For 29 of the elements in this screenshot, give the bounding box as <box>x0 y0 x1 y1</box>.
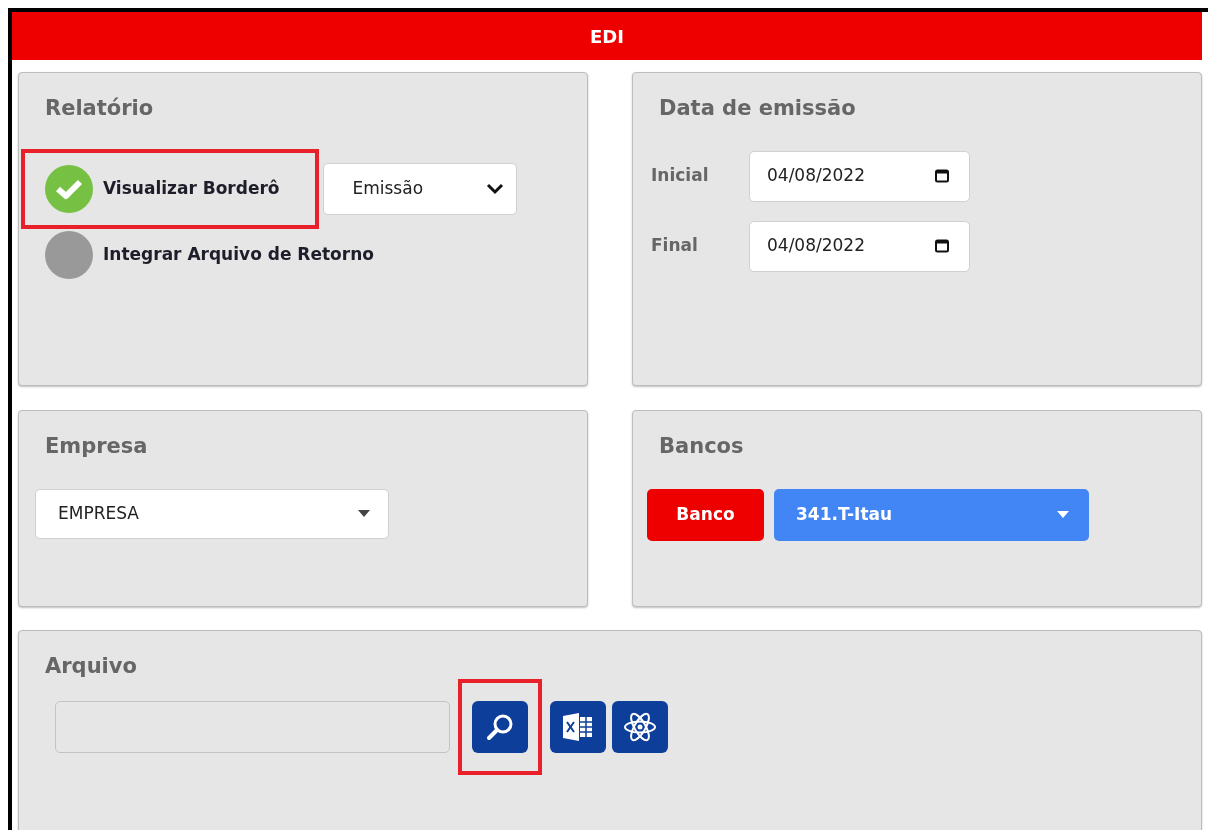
spreadsheet-button[interactable] <box>550 700 606 753</box>
calendar-icon <box>935 169 949 183</box>
field-label: Inicial <box>651 164 710 188</box>
date-field[interactable]: 04/08/2022 <box>749 220 970 272</box>
bank-select[interactable]: 341.T-Itau <box>774 488 1089 541</box>
panel-title: Bancos <box>659 433 745 460</box>
option-label: Visualizar Borderô <box>103 176 280 200</box>
atom-button[interactable] <box>612 700 668 753</box>
company-select[interactable]: EMPRESA <box>35 488 389 539</box>
chevron-down-icon <box>486 182 505 195</box>
panel-title: Arquivo <box>45 653 138 680</box>
panel-title: Empresa <box>45 433 149 460</box>
bank-label-tag: Banco <box>647 488 764 541</box>
caret-icon <box>358 510 370 517</box>
order-select[interactable]: Emissão <box>323 162 518 215</box>
date-field[interactable]: 04/08/2022 <box>749 150 970 202</box>
spreadsheet-icon <box>561 710 595 743</box>
field-label: Final <box>651 234 699 258</box>
header-title: EDI <box>590 24 624 49</box>
panel-title: Relatório <box>45 95 155 122</box>
atom-icon <box>623 711 657 742</box>
file-path-field[interactable] <box>55 700 450 753</box>
calendar-icon <box>935 239 949 253</box>
panel-title: Data de emissão <box>659 95 857 122</box>
option-label: Integrar Arquivo de Retorno <box>103 242 374 266</box>
unchecked-radio-icon[interactable] <box>45 230 93 279</box>
search-button[interactable] <box>472 700 528 753</box>
caret-icon <box>1057 511 1069 518</box>
checked-radio-icon[interactable] <box>45 164 93 213</box>
